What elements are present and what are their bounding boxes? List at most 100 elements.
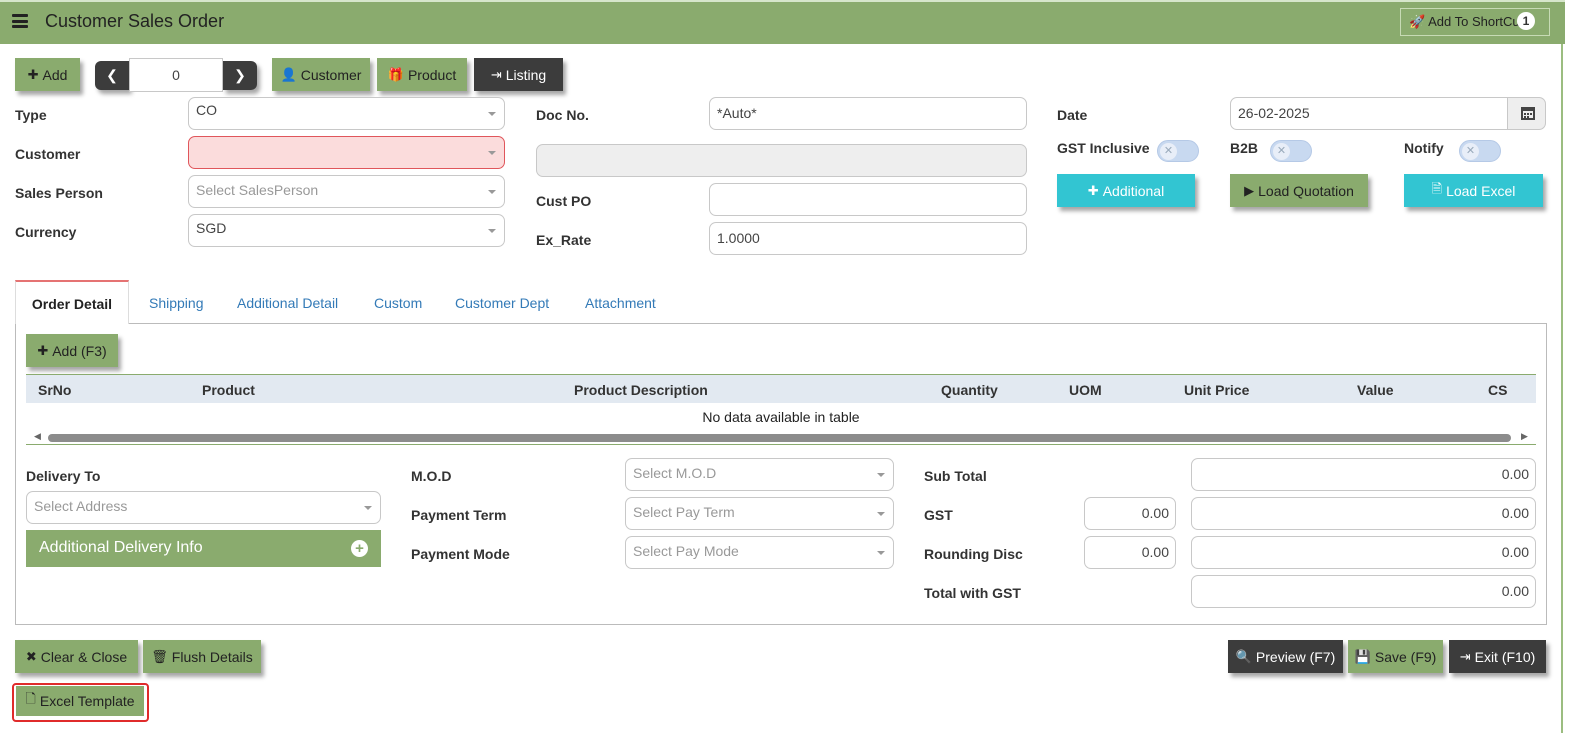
plus-icon: ✚ bbox=[1087, 182, 1099, 198]
ex-rate-input[interactable]: 1.0000 bbox=[709, 222, 1027, 255]
gst-value: 0.00 bbox=[1191, 497, 1536, 530]
rounding-rate-input[interactable]: 0.00 bbox=[1084, 536, 1176, 569]
sales-person-select[interactable]: Select SalesPerson bbox=[188, 175, 505, 208]
sign-out-icon: ⇥ bbox=[490, 66, 502, 82]
tab-attachment[interactable]: Attachment bbox=[585, 295, 656, 311]
menu-icon[interactable] bbox=[12, 14, 28, 28]
sign-out-icon: ⇥ bbox=[1459, 648, 1471, 664]
trash-icon: 🗑 bbox=[151, 648, 168, 664]
shortcut-label: Add To ShortCut bbox=[1428, 14, 1524, 29]
record-nav-input[interactable]: 0 bbox=[129, 58, 223, 92]
column-header[interactable]: CS bbox=[1488, 382, 1507, 398]
tab-customer-dept[interactable]: Customer Dept bbox=[455, 295, 549, 311]
date-label: Date bbox=[1057, 107, 1088, 123]
page-scrollbar[interactable] bbox=[1561, 44, 1563, 733]
plus-icon: ✚ bbox=[27, 66, 39, 82]
listing-button[interactable]: ⇥ Listing bbox=[474, 58, 563, 91]
customer-button[interactable]: 👤 Customer bbox=[272, 58, 370, 91]
gst-rate-input[interactable]: 0.00 bbox=[1084, 497, 1176, 530]
plus-icon: ✚ bbox=[37, 342, 49, 358]
page-title: Customer Sales Order bbox=[45, 11, 225, 31]
sub-total-value: 0.00 bbox=[1191, 458, 1536, 491]
shortcut-count-badge: 1 bbox=[1517, 12, 1535, 30]
type-label: Type bbox=[15, 107, 47, 123]
notify-label: Notify bbox=[1404, 140, 1444, 156]
scroll-right-icon[interactable]: ▶ bbox=[1521, 431, 1528, 442]
exit-button[interactable]: ⇥ Exit (F10) bbox=[1449, 640, 1546, 673]
b2b-label: B2B bbox=[1230, 140, 1259, 156]
rounding-disc-label: Rounding Disc bbox=[924, 546, 1023, 562]
play-circle-icon: ▶ bbox=[1244, 182, 1255, 198]
calendar-icon[interactable] bbox=[1507, 97, 1546, 130]
scroll-thumb[interactable] bbox=[48, 434, 1511, 442]
mod-label: M.O.D bbox=[411, 468, 452, 484]
notify-toggle[interactable]: ✕ bbox=[1459, 140, 1501, 162]
tab-shipping[interactable]: Shipping bbox=[149, 295, 204, 311]
payment-mode-label: Payment Mode bbox=[411, 546, 510, 562]
payment-mode-select[interactable]: Select Pay Mode bbox=[625, 536, 894, 569]
ex-rate-label: Ex_Rate bbox=[536, 232, 592, 248]
cust-po-input[interactable] bbox=[709, 183, 1027, 216]
table-scrollbar[interactable]: ◀ ▶ bbox=[26, 431, 1536, 445]
load-excel-button[interactable]: 🗎 Load Excel bbox=[1404, 174, 1543, 207]
column-header[interactable]: Value bbox=[1357, 382, 1394, 398]
b2b-toggle[interactable]: ✕ bbox=[1270, 140, 1312, 162]
customer-name-display bbox=[536, 144, 1027, 177]
additional-delivery-info-toggle[interactable]: Additional Delivery Info + bbox=[26, 530, 381, 567]
chevron-down-icon bbox=[364, 506, 372, 510]
clear-close-button[interactable]: ✖ Clear & Close bbox=[15, 640, 138, 673]
load-quotation-button[interactable]: ▶ Load Quotation bbox=[1230, 174, 1368, 207]
gst-inclusive-toggle[interactable]: ✕ bbox=[1157, 140, 1199, 162]
type-select[interactable]: CO bbox=[188, 97, 505, 130]
flush-details-button[interactable]: 🗑 Flush Details bbox=[143, 640, 261, 673]
date-input[interactable]: 26-02-2025 bbox=[1230, 97, 1508, 130]
currency-select[interactable]: SGD bbox=[188, 214, 505, 247]
column-header[interactable]: SrNo bbox=[38, 382, 71, 398]
chevron-down-icon bbox=[877, 551, 885, 555]
add-to-shortcut-button[interactable]: 🚀 Add To ShortCut 1 bbox=[1400, 8, 1550, 36]
add-detail-button[interactable]: ✚ Add (F3) bbox=[26, 334, 118, 367]
column-header[interactable]: Product Description bbox=[574, 382, 708, 398]
cust-po-label: Cust PO bbox=[536, 193, 592, 209]
add-button[interactable]: ✚ Add bbox=[15, 58, 80, 91]
close-icon: ✕ bbox=[1273, 143, 1290, 160]
sales-person-label: Sales Person bbox=[15, 185, 103, 201]
preview-button[interactable]: 🔍 Preview (F7) bbox=[1228, 640, 1343, 673]
additional-button[interactable]: ✚ Additional bbox=[1057, 174, 1195, 207]
excel-template-button[interactable]: 🗋 Excel Template bbox=[16, 686, 144, 716]
chevron-down-icon bbox=[877, 473, 885, 477]
total-with-gst-value: 0.00 bbox=[1191, 575, 1536, 608]
gift-icon: 🎁 bbox=[387, 66, 404, 82]
column-header[interactable]: Product bbox=[202, 382, 255, 398]
empty-table-message: No data available in table bbox=[702, 409, 860, 425]
column-header[interactable]: Unit Price bbox=[1184, 382, 1249, 398]
customer-select[interactable] bbox=[188, 136, 505, 169]
column-header[interactable]: Quantity bbox=[941, 382, 998, 398]
customer-label: Customer bbox=[15, 146, 81, 162]
sub-total-label: Sub Total bbox=[924, 468, 987, 484]
search-icon: 🔍 bbox=[1235, 648, 1252, 664]
chevron-down-icon bbox=[877, 512, 885, 516]
next-record-button[interactable]: ❯ bbox=[223, 61, 257, 90]
doc-no-label: Doc No. bbox=[536, 107, 589, 123]
chevron-down-icon bbox=[488, 190, 496, 194]
mod-select[interactable]: Select M.O.D bbox=[625, 458, 894, 491]
user-icon: 👤 bbox=[280, 66, 297, 82]
delivery-to-label: Delivery To bbox=[26, 468, 101, 484]
rounding-value: 0.00 bbox=[1191, 536, 1536, 569]
close-icon: ✕ bbox=[1462, 143, 1479, 160]
address-select[interactable]: Select Address bbox=[26, 491, 381, 524]
prev-record-button[interactable]: ❮ bbox=[95, 61, 129, 90]
scroll-left-icon[interactable]: ◀ bbox=[34, 431, 41, 442]
tab-order-detail[interactable]: Order Detail bbox=[15, 280, 129, 324]
page-header bbox=[0, 0, 1565, 44]
column-header[interactable]: UOM bbox=[1069, 382, 1102, 398]
rocket-icon: 🚀 bbox=[1409, 14, 1426, 29]
save-button[interactable]: 💾 Save (F9) bbox=[1348, 640, 1443, 673]
payment-term-label: Payment Term bbox=[411, 507, 507, 523]
tab-custom[interactable]: Custom bbox=[374, 295, 422, 311]
tab-additional-detail[interactable]: Additional Detail bbox=[237, 295, 338, 311]
doc-no-input[interactable]: *Auto* bbox=[709, 97, 1027, 130]
payment-term-select[interactable]: Select Pay Term bbox=[625, 497, 894, 530]
product-button[interactable]: 🎁 Product bbox=[377, 58, 467, 91]
